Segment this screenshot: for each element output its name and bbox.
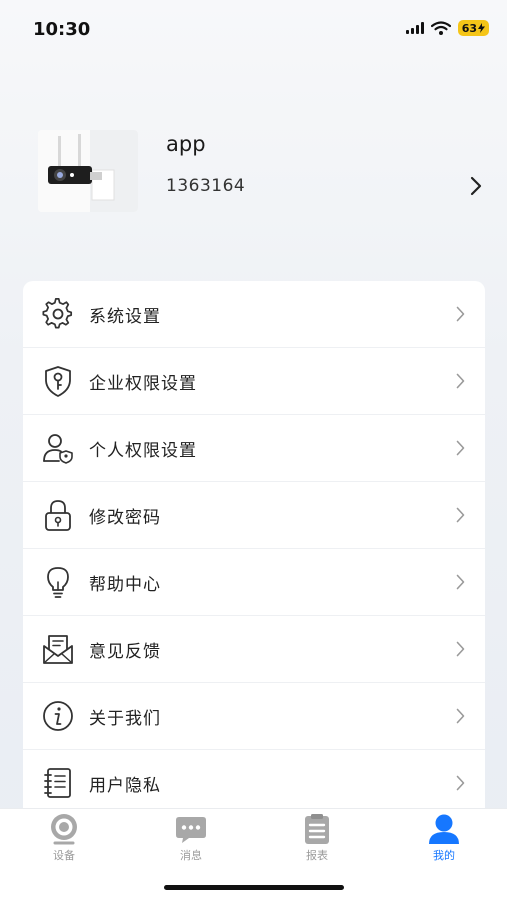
profile-id: 1363164 bbox=[166, 176, 246, 196]
menu-item-personal-permissions[interactable]: 个人权限设置 bbox=[23, 415, 485, 482]
charging-bolt-icon bbox=[478, 23, 485, 33]
chat-icon bbox=[176, 817, 206, 843]
lock-icon bbox=[45, 500, 71, 531]
camera-icon bbox=[51, 814, 77, 845]
wifi-icon bbox=[430, 21, 451, 35]
menu-item-label: 修改密码 bbox=[89, 508, 161, 528]
tab-label: 报表 bbox=[306, 849, 328, 862]
menu-item-feedback[interactable]: 意见反馈 bbox=[23, 616, 485, 683]
menu-item-label: 系统设置 bbox=[89, 307, 161, 327]
chevron-right-icon bbox=[456, 574, 465, 590]
chevron-right-icon bbox=[456, 708, 465, 724]
chevron-right-icon bbox=[456, 775, 465, 791]
status-icons: 63 bbox=[405, 20, 489, 36]
status-bar: 10:30 63 bbox=[0, 0, 507, 60]
battery-level: 63 bbox=[461, 21, 477, 35]
menu-item-system-settings[interactable]: 系统设置 bbox=[23, 281, 485, 348]
menu-item-user-privacy[interactable]: 用户隐私 bbox=[23, 750, 485, 816]
menu-item-about-us[interactable]: 关于我们 bbox=[23, 683, 485, 750]
profile-name: app bbox=[166, 132, 206, 156]
chevron-right-icon bbox=[456, 306, 465, 322]
notebook-icon bbox=[44, 768, 71, 798]
cellular-signal-icon bbox=[405, 22, 424, 34]
menu-item-label: 意见反馈 bbox=[89, 642, 161, 662]
tab-messages[interactable]: 消息 bbox=[151, 813, 231, 863]
tab-label: 消息 bbox=[180, 849, 202, 862]
tab-label: 设备 bbox=[53, 849, 75, 862]
status-time: 10:30 bbox=[33, 19, 91, 40]
camera-photo-icon bbox=[38, 130, 138, 212]
menu-item-label: 帮助中心 bbox=[89, 575, 161, 595]
user-icon bbox=[429, 814, 459, 844]
tab-mine[interactable]: 我的 bbox=[404, 813, 484, 863]
avatar bbox=[38, 130, 138, 212]
chevron-right-icon bbox=[456, 373, 465, 389]
info-icon bbox=[43, 701, 73, 731]
profile-header[interactable]: app 1363164 bbox=[38, 130, 488, 214]
lightbulb-icon bbox=[47, 567, 69, 598]
menu-item-label: 用户隐私 bbox=[89, 776, 161, 796]
tab-devices[interactable]: 设备 bbox=[24, 813, 104, 863]
menu-item-label: 企业权限设置 bbox=[89, 374, 197, 394]
shield-key-icon bbox=[45, 366, 71, 397]
battery-icon: 63 bbox=[457, 20, 489, 36]
home-indicator bbox=[164, 885, 344, 890]
menu-item-enterprise-permissions[interactable]: 企业权限设置 bbox=[23, 348, 485, 415]
menu-item-change-password[interactable]: 修改密码 bbox=[23, 482, 485, 549]
user-shield-icon bbox=[43, 434, 73, 464]
settings-menu: 系统设置 企业权限设置 个人权限设置 修改密码 帮助中心 意见反馈 关于我们 用… bbox=[23, 281, 485, 841]
chevron-right-icon[interactable] bbox=[470, 176, 482, 196]
menu-item-help-center[interactable]: 帮助中心 bbox=[23, 549, 485, 616]
mail-feedback-icon bbox=[43, 635, 73, 664]
chevron-right-icon bbox=[456, 440, 465, 456]
tab-reports[interactable]: 报表 bbox=[277, 813, 357, 863]
chevron-right-icon bbox=[456, 507, 465, 523]
tab-label: 我的 bbox=[433, 849, 455, 862]
chevron-right-icon bbox=[456, 641, 465, 657]
menu-item-label: 个人权限设置 bbox=[89, 441, 197, 461]
gear-icon bbox=[42, 297, 73, 329]
report-icon bbox=[305, 814, 329, 844]
menu-item-label: 关于我们 bbox=[89, 709, 161, 729]
